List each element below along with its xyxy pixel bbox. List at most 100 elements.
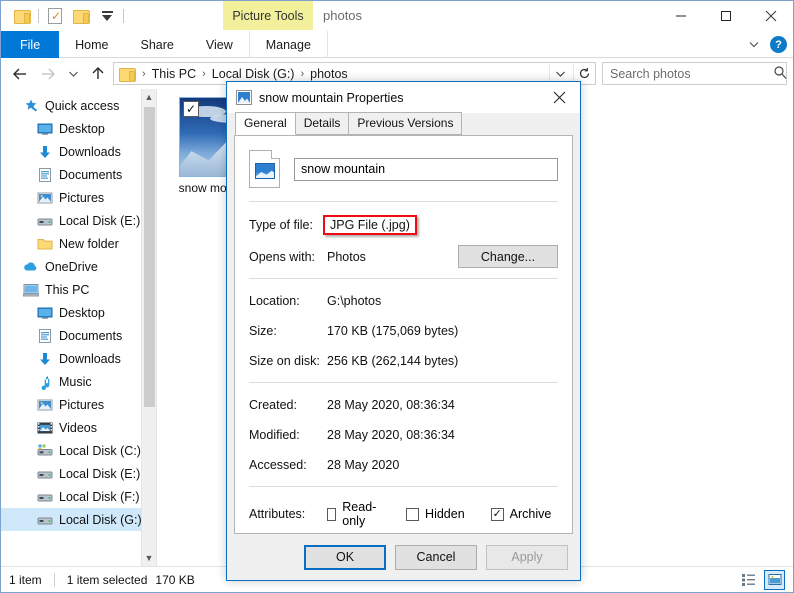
sidebar-item-local-disk-e[interactable]: Local Disk (E:) xyxy=(1,462,156,485)
sidebar-item-label: Local Disk (E:) xyxy=(59,467,150,481)
ok-button[interactable]: OK xyxy=(304,545,386,570)
properties-icon[interactable]: ✓ xyxy=(42,4,68,28)
breadcrumb-item-local-disk-g[interactable]: Local Disk (G:) xyxy=(210,67,297,81)
folder-icon xyxy=(37,236,53,252)
details-view-icon[interactable] xyxy=(738,570,759,590)
checkbox-hidden-box[interactable] xyxy=(406,508,419,521)
folder-icon[interactable] xyxy=(9,4,35,28)
jpg-file-icon xyxy=(249,150,280,188)
value-location: G:\photos xyxy=(327,294,381,308)
sidebar-item-documents[interactable]: Documents xyxy=(1,163,156,186)
sidebar-item-pictures[interactable]: Pictures xyxy=(1,186,156,209)
music-icon xyxy=(37,374,53,390)
sidebar-item-videos[interactable]: Videos xyxy=(1,416,156,439)
dialog-general-panel: Type of file: JPG File (.jpg) Opens with… xyxy=(234,135,573,534)
back-button[interactable] xyxy=(7,61,33,87)
sidebar-item-label: OneDrive xyxy=(45,260,150,274)
search-icon[interactable] xyxy=(773,65,787,82)
forward-button xyxy=(35,61,61,87)
new-folder-icon[interactable] xyxy=(68,4,94,28)
row-location: Location: G:\photos xyxy=(249,292,558,309)
sidebar-item-local-disk-f[interactable]: Local Disk (F:) xyxy=(1,485,156,508)
status-selection: 1 item selected xyxy=(67,573,148,587)
row-type-of-file: Type of file: JPG File (.jpg) xyxy=(249,215,558,235)
sidebar-item-label: Desktop xyxy=(59,122,133,136)
file-checkbox[interactable]: ✓ xyxy=(183,101,199,117)
scroll-down-icon[interactable]: ▼ xyxy=(142,550,156,566)
tab-previous-versions[interactable]: Previous Versions xyxy=(348,112,462,135)
sidebar-item-new-folder[interactable]: New folder xyxy=(1,232,156,255)
change-button[interactable]: Change... xyxy=(458,245,558,268)
sidebar-item-label: Local Disk (C:) xyxy=(59,444,150,458)
navigation-pane: Quick accessDesktopDownloadsDocumentsPic… xyxy=(1,89,157,566)
value-type-of-file: JPG File (.jpg) xyxy=(323,215,417,235)
recent-locations-button[interactable] xyxy=(63,61,83,87)
checkbox-archive-box[interactable]: ✓ xyxy=(491,508,504,521)
sidebar-item-local-disk-g[interactable]: Local Disk (G:) xyxy=(1,508,156,531)
sidebar-item-local-disk-e[interactable]: Local Disk (E:) xyxy=(1,209,156,232)
scrollbar-thumb[interactable] xyxy=(144,107,155,407)
divider-1 xyxy=(249,201,558,202)
sidebar-item-onedrive[interactable]: OneDrive xyxy=(1,255,156,278)
properties-dialog: snow mountain Properties General Details… xyxy=(226,81,581,581)
file-name-input[interactable] xyxy=(294,158,558,181)
sidebar-item-downloads[interactable]: Downloads xyxy=(1,140,156,163)
tab-home[interactable]: Home xyxy=(59,31,124,58)
image-file-icon xyxy=(236,90,252,105)
checkbox-hidden[interactable]: Hidden xyxy=(406,507,465,521)
sidebar-item-this-pc[interactable]: This PC xyxy=(1,278,156,301)
close-icon[interactable] xyxy=(748,1,793,30)
tab-file[interactable]: File xyxy=(1,31,59,58)
tab-general[interactable]: General xyxy=(235,112,296,135)
breadcrumb-item-photos[interactable]: photos xyxy=(308,67,350,81)
up-button[interactable] xyxy=(85,61,111,87)
label-modified: Modified: xyxy=(249,428,327,442)
sidebar-item-local-disk-c[interactable]: Local Disk (C:) xyxy=(1,439,156,462)
row-opens-with: Opens with: Photos Change... xyxy=(249,248,558,265)
navigation-scrollbar[interactable]: ▲ ▼ xyxy=(141,89,156,566)
cancel-button[interactable]: Cancel xyxy=(395,545,477,570)
desktop-icon xyxy=(37,305,53,321)
label-type-of-file: Type of file: xyxy=(249,218,327,232)
scroll-up-icon[interactable]: ▲ xyxy=(142,89,156,105)
search-box[interactable] xyxy=(602,62,787,85)
desktop-icon xyxy=(37,121,53,137)
sidebar-item-desktop[interactable]: Desktop xyxy=(1,301,156,324)
sidebar-item-documents[interactable]: Documents xyxy=(1,324,156,347)
tab-details[interactable]: Details xyxy=(295,112,350,135)
label-accessed: Accessed: xyxy=(249,458,327,472)
status-selection-size: 170 KB xyxy=(155,573,194,587)
value-opens-with: Photos xyxy=(327,250,366,264)
tab-manage[interactable]: Manage xyxy=(249,31,328,58)
checkbox-read-only-box[interactable] xyxy=(327,508,336,521)
videos-icon xyxy=(37,420,53,436)
sidebar-item-quick-access[interactable]: Quick access xyxy=(1,94,156,117)
tab-share[interactable]: Share xyxy=(125,31,190,58)
value-modified: 28 May 2020, 08:36:34 xyxy=(327,428,455,442)
sidebar-item-downloads[interactable]: Downloads xyxy=(1,347,156,370)
minimize-icon[interactable] xyxy=(658,1,703,30)
checkbox-archive[interactable]: ✓ Archive xyxy=(491,507,552,521)
sidebar-item-pictures[interactable]: Pictures xyxy=(1,393,156,416)
sidebar-item-label: Desktop xyxy=(59,306,150,320)
search-input[interactable] xyxy=(608,66,773,82)
breadcrumb-item-this-pc[interactable]: This PC xyxy=(150,67,198,81)
title-bar: ✓ Picture Tools photos xyxy=(1,1,793,31)
tab-view[interactable]: View xyxy=(190,31,249,58)
label-location: Location: xyxy=(249,294,327,308)
dialog-close-icon[interactable] xyxy=(538,83,580,113)
apply-button: Apply xyxy=(486,545,568,570)
window-controls xyxy=(658,1,793,30)
sidebar-item-desktop[interactable]: Desktop xyxy=(1,117,156,140)
maximize-icon[interactable] xyxy=(703,1,748,30)
download-icon xyxy=(37,144,53,160)
customize-dropdown-icon[interactable] xyxy=(94,4,120,28)
chevron-down-icon[interactable] xyxy=(748,38,760,52)
sidebar-item-music[interactable]: Music xyxy=(1,370,156,393)
help-icon[interactable]: ? xyxy=(770,36,787,53)
value-size: 170 KB (175,069 bytes) xyxy=(327,324,458,338)
status-divider xyxy=(54,573,55,587)
large-icons-view-icon[interactable] xyxy=(764,570,785,590)
dialog-title: snow mountain Properties xyxy=(259,91,531,105)
checkbox-read-only[interactable]: Read-only xyxy=(327,500,380,528)
